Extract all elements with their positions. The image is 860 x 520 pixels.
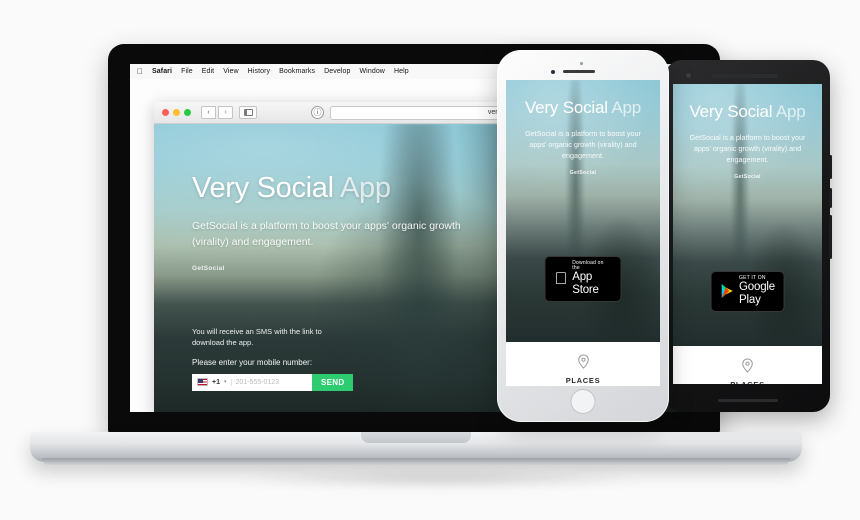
page-subtitle: GetSocial is a platform to boost your ap…	[192, 220, 461, 248]
back-button[interactable]: ‹	[201, 106, 216, 119]
iphone-home-button[interactable]	[570, 389, 596, 414]
appstore-badge-top: Download on the	[572, 260, 611, 271]
iphone-places-section: PLACES Seamlessly empower fully research…	[506, 342, 660, 386]
window-controls	[162, 109, 191, 116]
android-page-title: Very Social App	[683, 102, 812, 122]
sidebar-icon[interactable]	[239, 106, 257, 119]
android-places-section: PLACES Seamlessly empower fully research…	[673, 346, 822, 384]
map-pin-icon	[577, 354, 589, 369]
reader-icon[interactable]: ⓘ	[311, 106, 324, 119]
iphone-sensor	[580, 62, 583, 65]
iphone-places-title: PLACES	[565, 376, 601, 385]
android-screen: Very Social App GetSocial is a platform …	[673, 84, 822, 384]
phone-input[interactable]: 201-555-0123	[230, 378, 308, 386]
android-device: Very Social App GetSocial is a platform …	[665, 60, 832, 412]
country-code[interactable]: +1	[212, 379, 220, 386]
menu-item-help[interactable]: Help	[394, 68, 409, 75]
phone-input-group[interactable]: +1 ▾ 201-555-0123	[192, 373, 312, 391]
menu-item-window[interactable]: Window	[359, 68, 385, 75]
android-places-title: PLACES	[685, 380, 810, 384]
appstore-badge-text: Download on the App Store	[560, 260, 611, 297]
menu-item-safari[interactable]: Safari	[152, 68, 172, 75]
android-getsocial-logo: GetSocial	[734, 174, 761, 181]
us-flag-icon[interactable]	[197, 378, 208, 386]
iphone-device: Very Social App GetSocial is a platform …	[497, 50, 669, 422]
nav-buttons: ‹ ›	[201, 106, 233, 119]
apple-icon[interactable]: 	[137, 67, 143, 76]
sms-note: You will receive an SMS with the link to…	[192, 327, 322, 348]
iphone-title-bold: Very Social	[524, 98, 608, 117]
google-play-icon	[721, 284, 733, 299]
menu-item-bookmarks[interactable]: Bookmarks	[279, 68, 315, 75]
iphone-title-light: App	[611, 98, 642, 117]
page-title-light: App	[339, 172, 391, 204]
page-title-bold: Very Social	[192, 172, 334, 204]
android-camera-icon	[686, 73, 691, 78]
iphone-screen: Very Social App GetSocial is a platform …	[506, 80, 660, 386]
menu-item-view[interactable]: View	[223, 68, 238, 75]
appstore-badge-main: App Store	[560, 271, 611, 296]
play-badge-text: GET IT ON Google Play	[739, 275, 775, 307]
chevron-down-icon[interactable]: ▾	[224, 379, 227, 385]
android-hero: Very Social App GetSocial is a platform …	[673, 84, 822, 346]
laptop-notch	[361, 432, 471, 443]
iphone-hero: Very Social App GetSocial is a platform …	[506, 80, 660, 342]
sms-signup-form: You will receive an SMS with the link to…	[192, 326, 354, 391]
menu-item-edit[interactable]: Edit	[202, 68, 214, 75]
map-pin-icon	[742, 358, 753, 373]
android-title-bold: Very Social	[689, 102, 773, 121]
menu-item-develop[interactable]: Develop	[324, 68, 350, 75]
iphone-getsocial-logo: GetSocial	[569, 170, 597, 177]
android-bottom-speaker	[717, 398, 778, 402]
android-page-subtitle: GetSocial is a platform to boost your ap…	[689, 133, 806, 165]
close-icon[interactable]	[162, 109, 169, 116]
android-power-button[interactable]	[829, 215, 832, 259]
iphone-camera-icon	[551, 70, 555, 74]
phone-entry-row: +1 ▾ 201-555-0123 SEND	[192, 373, 354, 391]
android-volume-up-button[interactable]	[829, 155, 832, 179]
app-store-badge[interactable]:  Download on the App Store	[544, 255, 622, 302]
google-play-badge[interactable]: GET IT ON Google Play	[710, 270, 785, 312]
iphone-page-title: Very Social App	[516, 98, 650, 118]
android-hero-content: Very Social App GetSocial is a platform …	[673, 84, 822, 180]
iphone-hero-content: Very Social App GetSocial is a platform …	[506, 80, 660, 176]
minimize-icon[interactable]	[173, 109, 180, 116]
iphone-speaker	[563, 70, 595, 73]
send-button[interactable]: SEND	[312, 373, 354, 391]
apple-icon: 	[555, 270, 568, 287]
play-badge-main: Google Play	[739, 280, 775, 306]
menu-item-history[interactable]: History	[248, 68, 270, 75]
scene:  Safari File Edit View History Bookmark…	[0, 0, 860, 520]
laptop-foot	[42, 458, 790, 465]
android-volume-down-button[interactable]	[829, 188, 832, 208]
zoom-icon[interactable]	[184, 109, 191, 116]
menu-item-file[interactable]: File	[181, 68, 193, 75]
iphone-page-subtitle: GetSocial is a platform to boost your ap…	[525, 129, 641, 161]
device-shadow	[150, 466, 730, 492]
android-title-light: App	[775, 102, 806, 121]
sms-label: Please enter your mobile number:	[192, 357, 313, 367]
android-speaker	[712, 74, 778, 78]
forward-button[interactable]: ›	[218, 106, 233, 119]
